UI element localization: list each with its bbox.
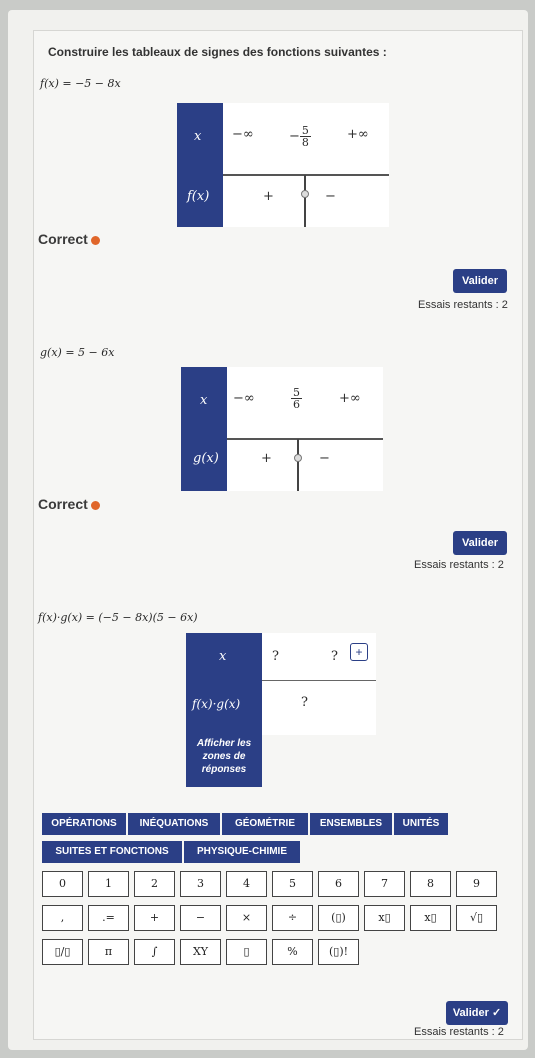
tab-inequations[interactable]: INÉQUATIONS	[128, 813, 220, 835]
key-5[interactable]: 5	[272, 871, 313, 897]
sign-cell-input[interactable]: ?	[301, 695, 308, 710]
col-header-x: x	[200, 393, 208, 408]
x-value-input-2[interactable]: ?	[331, 649, 338, 664]
sign-table-1: x f(x) −∞ −5 8 +∞ + −	[177, 103, 389, 227]
key-parentheses[interactable]: (▯)	[318, 905, 359, 931]
row-label-fg: f(x)·g(x)	[192, 697, 241, 711]
sign-cell-1[interactable]: +	[263, 189, 274, 204]
tab-unites[interactable]: UNITÉS	[394, 813, 448, 835]
status-correct-1: Correct	[38, 231, 100, 247]
minus-sign: −	[289, 129, 300, 144]
key-3[interactable]: 3	[180, 871, 221, 897]
denominator: 6	[293, 398, 300, 411]
table-divider	[262, 680, 376, 681]
status-dot-icon	[90, 235, 100, 245]
sign-cell-2[interactable]: −	[325, 189, 336, 204]
key-divide[interactable]: ÷	[272, 905, 313, 931]
validate-button-1[interactable]: Valider	[453, 269, 507, 293]
x-minus-infinity: −∞	[233, 391, 255, 406]
key-superscript[interactable]: x▯	[410, 905, 451, 931]
table-header-col	[177, 103, 223, 227]
tab-physique-chimie[interactable]: PHYSIQUE-CHIMIE	[184, 841, 300, 863]
key-pi[interactable]: π	[88, 939, 129, 965]
sign-table-2: x g(x) −∞ 56 +∞ + −	[181, 367, 383, 491]
key-equals[interactable]: .=	[88, 905, 129, 931]
tab-operations[interactable]: OPÉRATIONS	[42, 813, 126, 835]
zero-marker	[294, 454, 302, 462]
x-plus-infinity: +∞	[347, 127, 369, 142]
key-arc[interactable]: XY	[180, 939, 221, 965]
row-label-f: f(x)	[187, 189, 210, 204]
col-header-x: x	[219, 649, 227, 664]
key-percent[interactable]: %	[272, 939, 313, 965]
remaining-attempts-2: Essais restants : 2	[414, 559, 504, 571]
key-minus[interactable]: −	[180, 905, 221, 931]
denominator: 8	[301, 136, 309, 149]
x-minus-infinity: −∞	[232, 127, 254, 142]
fraction: 56	[291, 387, 302, 410]
tab-geometrie[interactable]: GÉOMÉTRIE	[222, 813, 308, 835]
math-keypad: 0 1 2 3 4 5 6 7 8 9 , .= + − × ÷ (▯) x▯ …	[42, 871, 502, 971]
key-plus[interactable]: +	[134, 905, 175, 931]
table-divider	[223, 174, 389, 176]
status-dot-icon	[90, 500, 100, 510]
tab-suites-fonctions[interactable]: SUITES ET FONCTIONS	[42, 841, 182, 863]
key-2[interactable]: 2	[134, 871, 175, 897]
key-integral[interactable]: ∫	[134, 939, 175, 965]
exercise-panel: Construire les tableaux de signes des fo…	[33, 30, 523, 1040]
formula-2: g(x) = 5 − 6x	[40, 346, 115, 359]
zero-marker	[301, 190, 309, 198]
zero-line	[297, 439, 299, 491]
x-value-input-1[interactable]: ?	[272, 649, 279, 664]
x-root-value: −5 8	[289, 125, 311, 148]
key-sqrt[interactable]: √▯	[456, 905, 497, 931]
remaining-attempts-1: Essais restants : 2	[418, 299, 508, 311]
add-column-button[interactable]: +	[350, 643, 368, 661]
status-text: Correct	[38, 231, 88, 247]
sign-table-3: x f(x)·g(x) ? ? ?	[186, 633, 376, 735]
key-box[interactable]: ▯	[226, 939, 267, 965]
tab-ensembles[interactable]: ENSEMBLES	[310, 813, 392, 835]
fraction: 58	[299, 125, 311, 149]
key-8[interactable]: 8	[410, 871, 451, 897]
page-background: Construire les tableaux de signes des fo…	[8, 10, 528, 1050]
show-zones-line-1: Afficher les	[196, 738, 252, 749]
x-plus-infinity: +∞	[339, 391, 361, 406]
x-root-value: 56	[291, 387, 302, 410]
key-1[interactable]: 1	[88, 871, 129, 897]
key-4[interactable]: 4	[226, 871, 267, 897]
key-9[interactable]: 9	[456, 871, 497, 897]
key-6[interactable]: 6	[318, 871, 359, 897]
row-label-g: g(x)	[193, 451, 219, 466]
instructions: Construire les tableaux de signes des fo…	[48, 45, 387, 59]
table-divider	[227, 438, 383, 440]
zero-line	[304, 175, 306, 227]
formula-3: f(x)·g(x) = (−5 − 8x)(5 − 6x)	[38, 611, 198, 624]
remaining-attempts-3: Essais restants : 2	[414, 1026, 504, 1038]
sign-cell-1[interactable]: +	[261, 451, 272, 466]
formula-1: f(x) = −5 − 8x	[40, 77, 121, 90]
table-header-col	[181, 367, 227, 491]
sign-cell-2[interactable]: −	[319, 451, 330, 466]
key-7[interactable]: 7	[364, 871, 405, 897]
show-answer-zones-button[interactable]: Afficher les zones de réponses	[186, 733, 262, 787]
status-text: Correct	[38, 496, 88, 512]
key-factorial[interactable]: (▯)!	[318, 939, 359, 965]
key-0[interactable]: 0	[42, 871, 83, 897]
status-correct-2: Correct	[38, 496, 100, 512]
validate-button-3[interactable]: Valider ✓	[446, 1001, 508, 1025]
validate-button-2[interactable]: Valider	[453, 531, 507, 555]
key-multiply[interactable]: ×	[226, 905, 267, 931]
key-subscript[interactable]: x▯	[364, 905, 405, 931]
show-zones-line-2: zones de	[202, 751, 246, 762]
key-comma[interactable]: ,	[42, 905, 83, 931]
col-header-x: x	[194, 129, 202, 144]
key-fraction[interactable]: ▯/▯	[42, 939, 83, 965]
show-zones-line-3: réponses	[201, 764, 247, 775]
